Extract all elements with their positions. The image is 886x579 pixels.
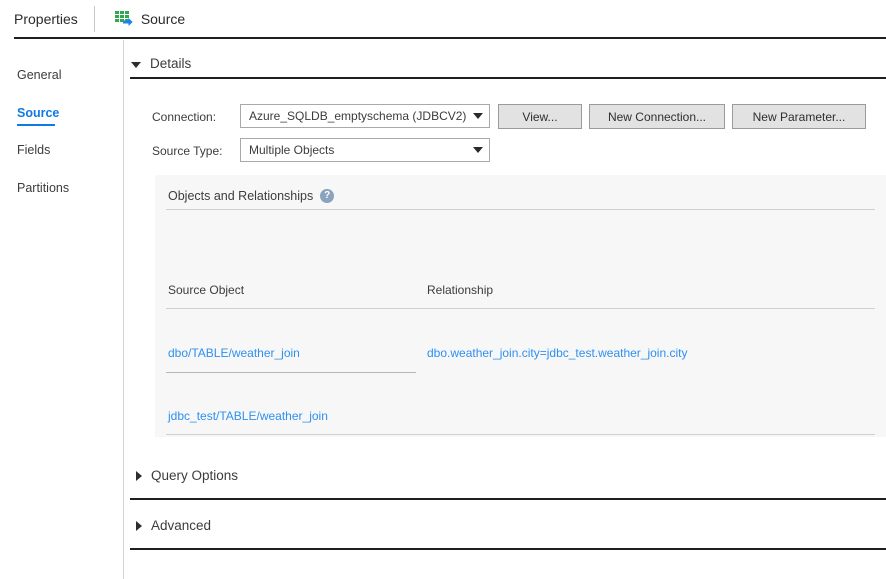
tab-source[interactable]: Source — [95, 11, 185, 27]
column-header-source-object: Source Object — [168, 283, 245, 297]
chevron-down-icon — [131, 61, 141, 68]
row-separator — [166, 372, 416, 373]
source-type-dropdown[interactable]: Multiple Objects — [240, 138, 490, 162]
chevron-down-icon — [473, 113, 483, 119]
section-rule-query-options — [130, 498, 886, 500]
sidebar: General Source Fields Partitions — [0, 40, 123, 579]
column-header-rule — [166, 308, 875, 309]
connection-dropdown[interactable]: Azure_SQLDB_emptyschema (JDBCV2) — [240, 104, 490, 128]
section-label-advanced: Advanced — [151, 518, 212, 533]
sidebar-active-indicator — [17, 124, 55, 126]
sidebar-item-general[interactable]: General — [17, 68, 61, 82]
table-row[interactable]: jdbc_test/TABLE/weather_join — [168, 409, 328, 423]
new-connection-button[interactable]: New Connection... — [589, 104, 725, 129]
section-label-query-options: Query Options — [151, 468, 239, 483]
header-separator — [14, 37, 886, 39]
connection-label: Connection: — [152, 110, 217, 124]
view-button[interactable]: View... — [498, 104, 582, 129]
chevron-right-icon — [136, 520, 142, 531]
table-source-icon — [114, 11, 133, 27]
chevron-right-icon — [136, 470, 142, 481]
section-label-details: Details — [150, 56, 192, 71]
section-rule-advanced — [130, 548, 886, 550]
section-header-query-options[interactable]: Query Options — [136, 468, 238, 483]
tab-source-label: Source — [140, 11, 186, 27]
properties-title: Properties — [14, 11, 78, 27]
panel-title-rule — [166, 209, 875, 210]
section-header-details[interactable]: Details — [131, 56, 191, 71]
column-header-relationship: Relationship — [427, 283, 494, 297]
source-type-value: Multiple Objects — [249, 143, 335, 157]
panel-title-label: Objects and Relationships — [168, 189, 314, 203]
source-properties-panel: Details Connection: Azure_SQLDB_emptysch… — [124, 40, 886, 579]
table-row[interactable]: dbo/TABLE/weather_join — [168, 346, 300, 360]
source-type-label: Source Type: — [152, 144, 223, 158]
section-header-advanced[interactable]: Advanced — [136, 518, 211, 533]
panel-title: Objects and Relationships ? — [168, 189, 335, 203]
connection-value: Azure_SQLDB_emptyschema (JDBCV2) — [249, 109, 467, 123]
sidebar-item-partitions[interactable]: Partitions — [17, 181, 69, 195]
sidebar-item-fields[interactable]: Fields — [17, 143, 50, 157]
window-header: Properties Source — [0, 0, 886, 38]
help-icon[interactable]: ? — [320, 189, 335, 203]
chevron-down-icon — [473, 147, 483, 153]
arrow-right-glyph — [122, 18, 133, 26]
objects-and-relationships-panel: Objects and Relationships ? Source Objec… — [155, 175, 886, 437]
section-rule-details — [130, 77, 886, 79]
relationship-cell[interactable]: dbo.weather_join.city=jdbc_test.weather_… — [427, 346, 687, 360]
sidebar-item-source[interactable]: Source — [17, 106, 59, 120]
row-separator — [166, 434, 875, 435]
new-parameter-button[interactable]: New Parameter... — [732, 104, 866, 129]
